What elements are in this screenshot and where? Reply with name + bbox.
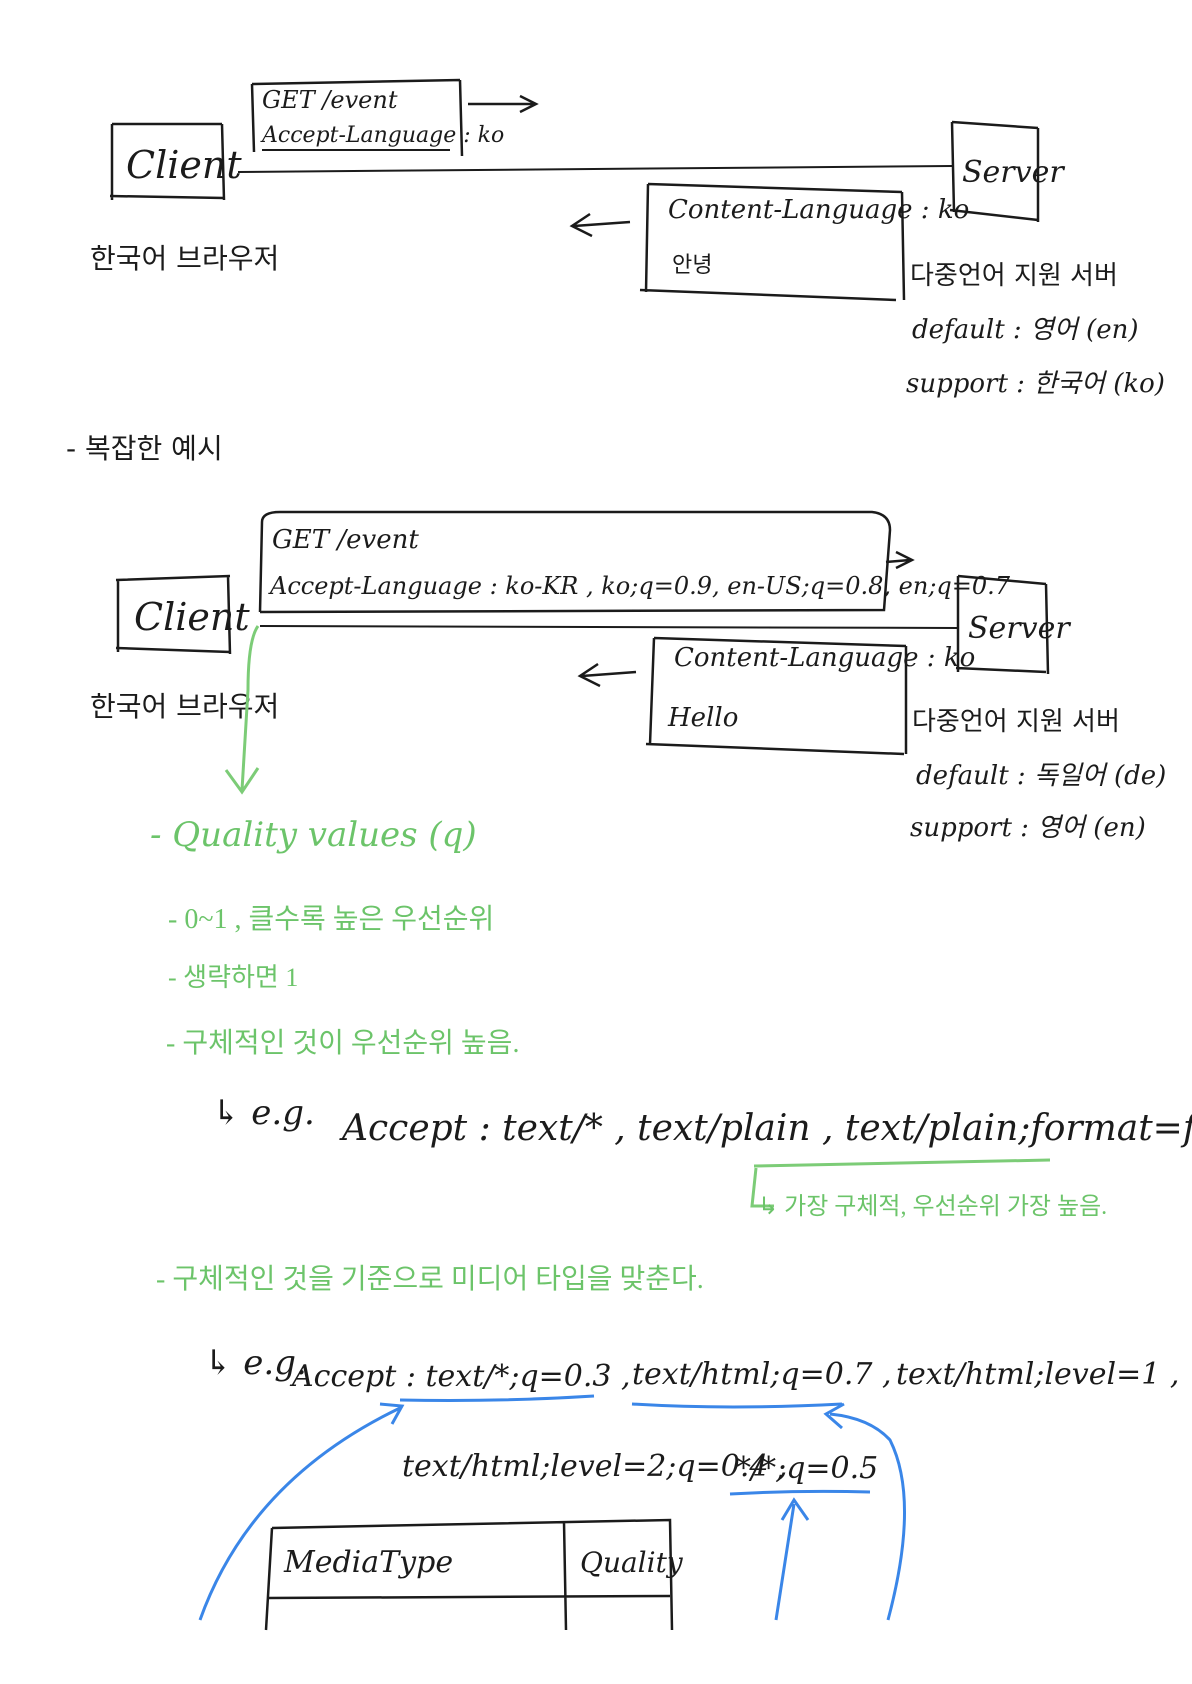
- blue-arrow-right: [823, 1402, 906, 1621]
- example-1-accept: Accept : text/* , text/plain , text/plai…: [339, 1108, 1192, 1149]
- example-2-line1-a: Accept : text/*;q=0.3 ,: [289, 1359, 631, 1394]
- quality-table: MediaType Quality: [264, 1518, 684, 1631]
- quality-bullet-1: - 0~1 , 클수록 높은 우선순위: [168, 903, 494, 935]
- server-note-3-2: support : 영어 (en): [910, 813, 1146, 843]
- example-2-line2-b: */*;q=0.5: [736, 1451, 878, 1486]
- blue-underline-1: [399, 1394, 595, 1402]
- request-arrow-2: [885, 550, 915, 570]
- response-line-2-2: Hello: [667, 703, 738, 733]
- request-line-2-2: Accept-Language : ko-KR , ko;q=0.9, en-U…: [268, 572, 1011, 600]
- server-note-2-1: default : 영어 (en): [912, 315, 1138, 345]
- example-1-note: ↳ 가장 구체적, 우선순위 가장 높음.: [758, 1193, 1107, 1220]
- quality-bullet-3: - 구체적인 것이 우선순위 높음.: [166, 1027, 519, 1059]
- example-2-diagram: GET /event Accept-Language : ko-KR , ko;…: [90, 510, 1166, 843]
- response-arrow-2: [577, 662, 637, 688]
- section-heading: - 복잡한 예시: [66, 432, 223, 465]
- server-note-3-1: support : 한국어 (ko): [906, 369, 1165, 399]
- response-line-1-2: Content-Language : ko: [674, 643, 975, 673]
- connection-line-2: [259, 625, 959, 629]
- response-arrow-1: [569, 212, 631, 238]
- example-2-line1-c: text/html;level=1 ,: [896, 1357, 1179, 1392]
- connection-line-1: [237, 165, 953, 173]
- server-note-1-1: 다중언어 지원 서버: [910, 261, 1118, 291]
- blue-arrow-middle: [774, 1497, 810, 1621]
- example-1-diagram: Client 한국어 브라우저 GET /event Accept-Langua…: [90, 78, 1165, 399]
- client-label-2: Client: [134, 595, 250, 639]
- request-line-1-1: GET /event: [262, 86, 398, 114]
- response-line-1-1: Content-Language : ko: [668, 195, 969, 225]
- example-1-prefix: ↳ e.g.: [212, 1093, 315, 1133]
- quality-bullet-2: - 생략하면 1: [168, 963, 298, 992]
- server-note-2-2: default : 독일어 (de): [916, 761, 1166, 791]
- server-note-1-2: 다중언어 지원 서버: [912, 707, 1120, 737]
- blue-arrow-left: [198, 1402, 405, 1621]
- handwritten-note-canvas: Client 한국어 브라우저 GET /event Accept-Langua…: [66, 78, 1192, 1631]
- quality-title: - Quality values (q): [150, 815, 477, 855]
- blue-underline-2: [631, 1402, 843, 1409]
- table-header-mediatype: MediaType: [283, 1545, 453, 1580]
- response-line-2-1: 안녕: [672, 253, 712, 278]
- example-1-green-underline: [753, 1158, 1051, 1168]
- example-2-line2-a: text/html;level=2;q=0.4 ,: [402, 1449, 788, 1484]
- server-label-1: Server: [962, 155, 1065, 190]
- client-sub-label-1: 한국어 브라우저: [90, 242, 279, 275]
- blue-underline-3: [729, 1489, 871, 1496]
- request-line-1-2: GET /event: [272, 525, 419, 555]
- client-label-1: Client: [126, 143, 242, 187]
- request-arrow-1: [468, 94, 539, 114]
- example-2-line1-b: text/html;q=0.7 ,: [632, 1357, 892, 1392]
- server-label-2: Server: [968, 611, 1071, 646]
- request-line-2-1: Accept-Language : ko: [260, 123, 504, 148]
- quality-bullet-4: - 구체적인 것을 기준으로 미디어 타입을 맞춘다.: [156, 1263, 704, 1295]
- table-header-quality: Quality: [580, 1546, 684, 1579]
- client-sub-label-2: 한국어 브라우저: [90, 690, 279, 723]
